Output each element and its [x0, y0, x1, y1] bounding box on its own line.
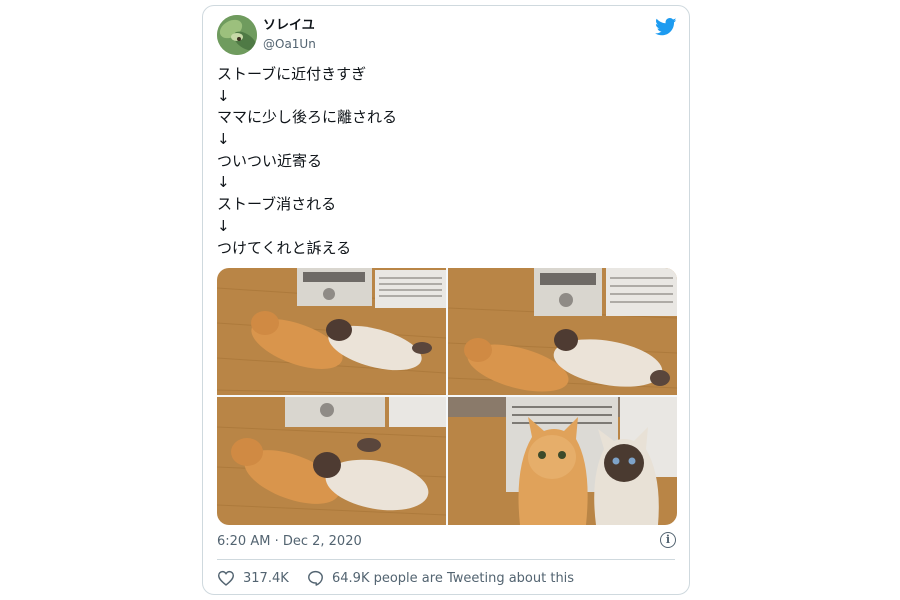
- twitter-bird-icon[interactable]: [655, 18, 677, 36]
- tweet-arrow: ↓: [217, 86, 230, 105]
- display-name[interactable]: ソレイユ: [263, 18, 315, 34]
- tweet-arrow: ↓: [217, 130, 230, 149]
- tweet-line: ストーブに近付きすぎ: [217, 65, 367, 83]
- photo-2[interactable]: [448, 268, 677, 395]
- comments-link[interactable]: 64.9K people are Tweeting about this: [307, 569, 574, 587]
- comments-text: 64.9K people are Tweeting about this: [332, 570, 575, 586]
- tweet-line: つけてくれと訴える: [217, 238, 352, 257]
- photo-grid: [217, 268, 677, 525]
- avatar[interactable]: [217, 15, 257, 55]
- like-count: 317.4K: [243, 570, 289, 586]
- tweet-text: ストーブに近付きすぎ ↓ ママに少し後ろに離される ↓ ついつい近寄る ↓ スト…: [217, 64, 677, 259]
- speech-bubble-icon: [308, 570, 323, 586]
- tweet-card: ソレイユ @Oa1Un ストーブに近付きすぎ ↓ ママに少し後ろに離される ↓ …: [202, 5, 690, 595]
- photo-3[interactable]: [217, 397, 446, 525]
- tweet-line: ストーブ消される: [217, 195, 337, 214]
- tweet-line: ついつい近寄る: [217, 151, 323, 170]
- tweet-line: ママに少し後ろに離される: [217, 108, 398, 127]
- photo-1[interactable]: [217, 268, 446, 395]
- like-button[interactable]: 317.4K: [217, 569, 289, 587]
- avatar-image: [217, 15, 257, 55]
- info-icon[interactable]: i: [660, 532, 676, 548]
- tweet-arrow: ↓: [217, 216, 230, 235]
- tweet-timestamp[interactable]: 6:20 AM · Dec 2, 2020: [217, 533, 362, 551]
- tweet-arrow: ↓: [217, 173, 230, 192]
- photo-4[interactable]: [448, 397, 677, 525]
- user-handle[interactable]: @Oa1Un: [263, 36, 316, 52]
- heart-icon: [217, 570, 235, 586]
- divider: [217, 559, 675, 560]
